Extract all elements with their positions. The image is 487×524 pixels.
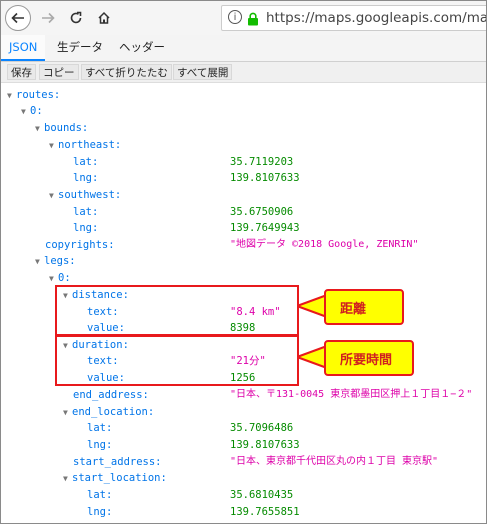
expand-arrow-icon[interactable]: ▼ — [35, 254, 44, 270]
tree-key: lng: — [87, 439, 113, 451]
json-toolbar: 保存 コピー すべて折りたたむ すべて展開 — [1, 62, 486, 83]
expand-arrow-icon[interactable]: ▼ — [49, 138, 58, 154]
tree-value: 35.7119203 — [230, 156, 294, 168]
tree-key: lat: — [87, 489, 113, 501]
tree-row-bounds[interactable]: ▼ bounds: — [35, 120, 88, 136]
expand-all-button[interactable]: すべて展開 — [173, 64, 233, 80]
tree-key: lat: — [73, 206, 99, 218]
expand-arrow-icon[interactable]: ▼ — [35, 121, 44, 137]
tree-value: 35.6810435 — [230, 489, 294, 501]
expand-arrow-icon[interactable]: ▼ — [63, 471, 72, 487]
distance-callout-pointer — [297, 293, 327, 319]
distance-highlight-box — [55, 285, 299, 336]
tree-key: copyrights: — [45, 239, 115, 251]
browser-window: i https://maps.googleapis.com/maps/a JSO… — [0, 0, 487, 524]
viewer-tabs: JSON 生データ ヘッダー — [1, 35, 486, 62]
distance-callout: 距離 — [324, 289, 404, 325]
tree-key: lng: — [73, 172, 99, 184]
tree-key: lat: — [87, 422, 113, 434]
tree-row-leg-0[interactable]: ▼ 0: — [49, 270, 71, 286]
tree-value: "日本、〒131-0045 東京都墨田区押上１丁目１−２" — [230, 389, 473, 400]
expand-arrow-icon[interactable]: ▼ — [7, 88, 16, 104]
tree-value: 139.8107633 — [230, 439, 300, 451]
tree-value: 35.6750906 — [230, 206, 294, 218]
tree-value: "日本、東京都千代田区丸の内１丁目 東京駅" — [230, 456, 439, 467]
expand-arrow-icon[interactable]: ▼ — [49, 188, 58, 204]
tree-value: 139.7649943 — [230, 222, 300, 234]
tree-key: lat: — [73, 156, 99, 168]
tree-key: start_address: — [73, 456, 162, 468]
tab-json[interactable]: JSON — [1, 35, 46, 61]
back-button[interactable] — [5, 5, 31, 31]
url-bar[interactable]: i https://maps.googleapis.com/maps/a — [221, 5, 486, 31]
tree-row-end-location[interactable]: ▼ end_location: — [63, 404, 154, 420]
tree-key: lng: — [73, 222, 99, 234]
home-button[interactable] — [91, 5, 117, 31]
tree-row-routes[interactable]: ▼ routes: — [7, 87, 60, 103]
lock-icon — [247, 11, 259, 30]
navigation-bar: i https://maps.googleapis.com/maps/a — [1, 1, 486, 35]
tree-value: 139.7655851 — [230, 506, 300, 518]
info-icon[interactable]: i — [228, 10, 242, 24]
expand-arrow-icon[interactable]: ▼ — [21, 104, 30, 120]
collapse-all-button[interactable]: すべて折りたたむ — [81, 64, 172, 80]
tree-key: lng: — [87, 506, 113, 518]
tree-row-northeast[interactable]: ▼ northeast: — [49, 137, 121, 153]
tree-row-start-location[interactable]: ▼ start_location: — [63, 470, 167, 486]
reload-button[interactable] — [63, 5, 89, 31]
tree-value: "地図データ ©2018 Google, ZENRIN" — [230, 239, 419, 250]
duration-callout: 所要時間 — [324, 340, 414, 376]
arrow-right-icon — [42, 12, 55, 24]
tab-headers[interactable]: ヘッダー — [111, 35, 173, 61]
forward-button[interactable] — [35, 5, 61, 31]
duration-callout-pointer — [297, 344, 327, 370]
arrow-left-icon — [11, 12, 24, 24]
url-text: https://maps.googleapis.com/maps/a — [266, 10, 486, 26]
tree-row-route-0[interactable]: ▼ 0: — [21, 103, 43, 119]
tree-row-southwest[interactable]: ▼ southwest: — [49, 187, 121, 203]
save-button[interactable]: 保存 — [7, 64, 36, 80]
reload-icon — [70, 11, 82, 24]
tree-value: 139.8107633 — [230, 172, 300, 184]
copy-button[interactable]: コピー — [39, 64, 79, 80]
duration-highlight-box — [55, 335, 299, 386]
tree-value: 35.7096486 — [230, 422, 294, 434]
tree-row-legs[interactable]: ▼ legs: — [35, 253, 76, 269]
home-icon — [98, 11, 110, 24]
tree-key: end_address: — [73, 389, 149, 401]
tab-raw-data[interactable]: 生データ — [49, 35, 111, 61]
expand-arrow-icon[interactable]: ▼ — [63, 405, 72, 421]
